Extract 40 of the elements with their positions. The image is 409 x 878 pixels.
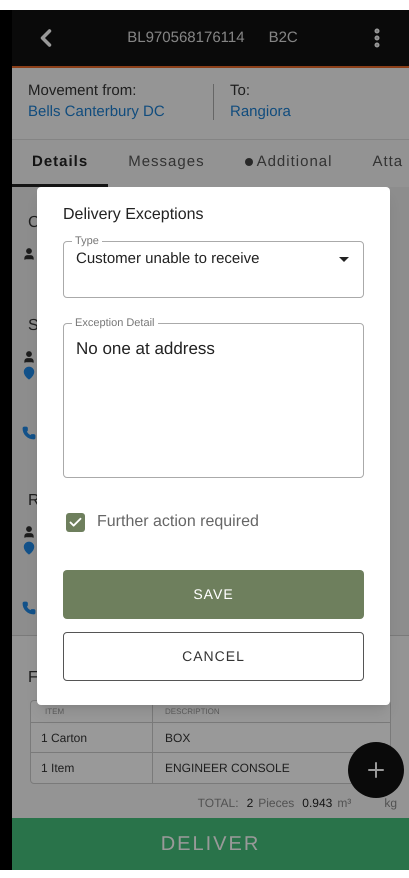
pieces-count: 2 <box>246 795 254 812</box>
to-label: To: <box>230 81 252 101</box>
type-label: Type <box>74 234 100 248</box>
person-icon <box>22 247 36 261</box>
column-header: DESCRIPTION <box>164 706 220 718</box>
table-cell: 1 Carton <box>31 723 153 752</box>
from-location-link[interactable]: Bells Canterbury DC <box>28 101 213 122</box>
person-icon <box>22 350 36 364</box>
tab[interactable]: Messages <box>108 140 225 187</box>
dialog-title: Delivery Exceptions <box>63 205 204 225</box>
total-label: TOTAL: <box>198 795 239 812</box>
location-pin-icon <box>22 541 36 555</box>
weight-unit: kg <box>384 795 397 812</box>
volume-unit: m³ <box>337 795 352 812</box>
to-location-link[interactable]: Rangiora <box>230 101 291 122</box>
save-button[interactable]: SAVE <box>63 570 364 619</box>
type-value: Customer unable to receive <box>76 249 260 269</box>
table-cell: 1 Item <box>31 753 153 783</box>
exception-detail-label: Exception Detail <box>74 316 156 330</box>
section-title: F <box>28 668 38 688</box>
shipment-number: BL970568176114 <box>127 28 245 48</box>
tab[interactable]: Additional <box>224 140 352 187</box>
location-pin-icon <box>22 366 36 380</box>
dropdown-caret-icon <box>339 256 349 262</box>
volume-value: 0.943 <box>302 795 332 812</box>
cancel-button[interactable]: CANCEL <box>63 632 364 681</box>
phone-icon <box>22 426 36 440</box>
phone-icon <box>22 601 36 615</box>
type-select[interactable]: Type Customer unable to receive <box>63 234 364 298</box>
exception-detail-value: No one at address <box>76 339 215 358</box>
table-cell-text: ENGINEER CONSOLE <box>164 760 290 777</box>
further-action-label: Further action required <box>97 512 259 532</box>
exception-detail-field[interactable]: Exception Detail No one at address <box>63 316 364 478</box>
person-icon <box>22 525 36 539</box>
further-action-checkbox[interactable] <box>66 512 85 532</box>
from-label: Movement from: <box>28 81 138 101</box>
pieces-unit: Pieces <box>258 795 294 812</box>
shipment-type: B2C <box>268 28 298 48</box>
tab[interactable]: Atta <box>352 140 409 187</box>
table-cell-text: BOX <box>164 730 190 746</box>
